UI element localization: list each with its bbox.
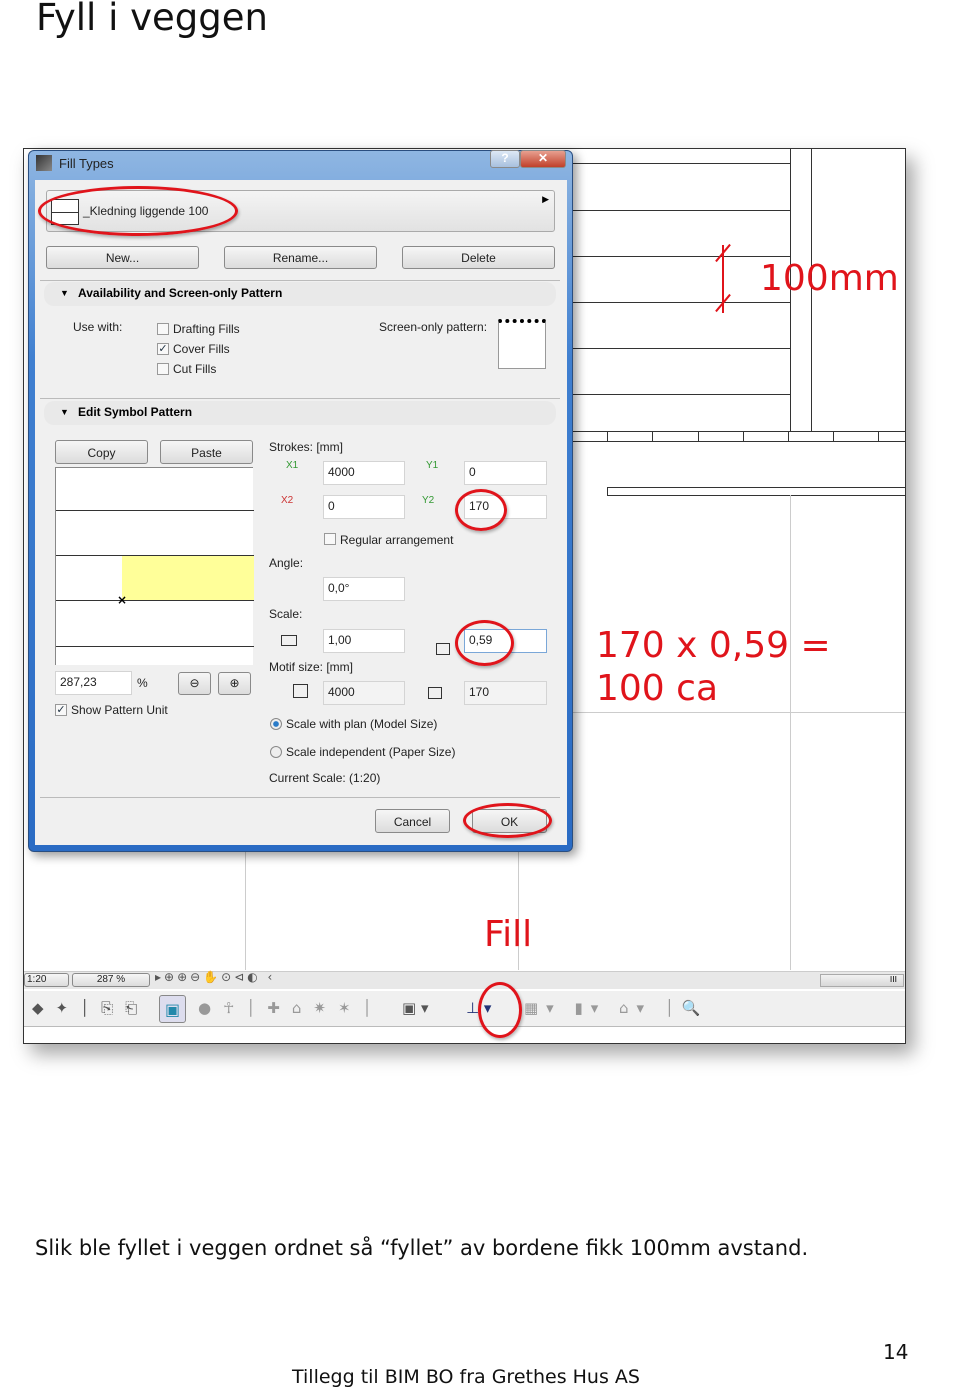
strokes-label: Strokes: [mm] <box>269 440 344 454</box>
scale-y-icon <box>436 643 450 655</box>
x2-input[interactable]: 0 <box>323 495 405 519</box>
cut-fills-checkbox[interactable] <box>157 363 169 375</box>
horizontal-scrollbar[interactable]: III <box>820 974 904 987</box>
scale-independent-label: Scale independent (Paper Size) <box>286 745 456 759</box>
cut-fills-label: Cut Fills <box>173 362 217 376</box>
motif-width-input: 4000 <box>323 681 405 705</box>
toolbar-active-button[interactable]: ▣ <box>159 995 186 1023</box>
camera-icon[interactable]: ▣ ▾ <box>402 999 428 1017</box>
annotation-calc-1: 170 x 0,59 = <box>596 625 831 666</box>
y2-icon: Y2 <box>422 495 435 506</box>
motif-size-label: Motif size: [mm] <box>269 660 354 674</box>
rename-button[interactable]: Rename... <box>224 246 377 269</box>
y1-icon: Y1 <box>426 460 439 471</box>
toolbar-icons-render[interactable]: ●☥│✚⌂✷✶│ <box>198 999 384 1017</box>
drafting-fills-checkbox[interactable] <box>157 323 169 335</box>
screen-only-pattern[interactable] <box>498 319 546 369</box>
availability-section-header[interactable]: ▼ Availability and Screen-only Pattern <box>44 282 556 306</box>
paste-button[interactable]: Paste <box>160 440 253 464</box>
scale-with-plan-label: Scale with plan (Model Size) <box>286 717 438 731</box>
highlight-fill-name <box>38 186 238 236</box>
use-with-label: Use with: <box>73 320 123 334</box>
highlight-ok <box>463 803 552 838</box>
angle-label: Angle: <box>269 556 304 570</box>
motif-height-icon <box>428 687 442 699</box>
x1-icon: X1 <box>286 460 299 471</box>
zoom-unit: % <box>137 676 148 690</box>
app-logo-icon <box>36 155 52 171</box>
pattern-preview[interactable]: × <box>55 467 254 665</box>
footer: Tillegg til BIM BO fra Grethes Hus AS <box>292 1366 640 1388</box>
zoom-in-button[interactable]: ⊕ <box>218 672 251 695</box>
motif-width-icon <box>293 684 308 698</box>
screen-only-label: Screen-only pattern: <box>379 320 488 334</box>
scale-x-input[interactable]: 1,00 <box>323 629 405 653</box>
zoom-out-button[interactable]: ⊖ <box>178 672 211 695</box>
zoom-tools-icon[interactable]: ▸⊕⊕⊖✋⊙⊲◐ ‹ <box>155 970 275 984</box>
current-scale: Current Scale: (1:20) <box>269 771 381 785</box>
caption: Slik ble fyllet i veggen ordnet så “fyll… <box>35 1236 809 1260</box>
regular-arrangement-label: Regular arrangement <box>340 533 454 547</box>
edit-section-header[interactable]: ▼ Edit Symbol Pattern <box>44 401 556 425</box>
highlight-scale-y <box>455 620 514 666</box>
origin-marker-icon: × <box>117 593 128 607</box>
toolbar <box>24 991 905 1027</box>
angle-input[interactable]: 0,0° <box>323 577 405 601</box>
annotation-fill: Fill <box>484 914 533 955</box>
dialog-title: Fill Types <box>59 156 114 171</box>
toolbar-icons-view[interactable]: ◆✦│⎘⎗ <box>32 999 149 1017</box>
cover-fills-checkbox[interactable]: ✓ <box>157 343 169 355</box>
cancel-button[interactable]: Cancel <box>375 809 450 833</box>
annotation-calc-2: 100 ca <box>596 668 719 709</box>
x2-icon: X2 <box>281 495 294 506</box>
pattern-unit-highlight <box>122 556 254 600</box>
copy-button[interactable]: Copy <box>55 440 148 464</box>
help-button[interactable]: ? <box>490 150 520 168</box>
arrow-right-icon: ▶ <box>542 195 549 205</box>
annotation-dimension: 100mm <box>760 258 899 299</box>
close-button[interactable]: ✕ <box>520 150 566 168</box>
highlight-fill-dropdown <box>478 982 522 1038</box>
regular-arrangement-checkbox[interactable] <box>324 533 336 545</box>
scale-x-icon <box>281 635 297 646</box>
drafting-fills-label: Drafting Fills <box>173 322 240 336</box>
scale-with-plan-radio[interactable] <box>270 718 282 730</box>
scale-independent-radio[interactable] <box>270 746 282 758</box>
scale-label: Scale: <box>269 607 303 621</box>
cover-fills-label: Cover Fills <box>173 342 230 356</box>
toolbar-icons-misc[interactable]: ▦▾ ▮▾ ⌂▾ │🔍 <box>524 999 709 1017</box>
show-pattern-unit-label: Show Pattern Unit <box>71 703 168 717</box>
scale-display[interactable]: 1:20 <box>24 973 69 987</box>
delete-button[interactable]: Delete <box>402 246 555 269</box>
highlight-y2 <box>455 489 507 531</box>
x1-input[interactable]: 4000 <box>323 461 405 485</box>
show-pattern-unit-checkbox[interactable]: ✓ <box>55 704 67 716</box>
preview-zoom-input[interactable]: 287,23 <box>55 671 132 695</box>
page-number: 14 <box>883 1340 909 1364</box>
y1-input[interactable]: 0 <box>464 461 547 485</box>
new-button[interactable]: New... <box>46 246 199 269</box>
zoom-display[interactable]: 287 % <box>72 973 150 987</box>
motif-height-input: 170 <box>464 681 547 705</box>
page-title: Fyll i veggen <box>36 0 268 39</box>
